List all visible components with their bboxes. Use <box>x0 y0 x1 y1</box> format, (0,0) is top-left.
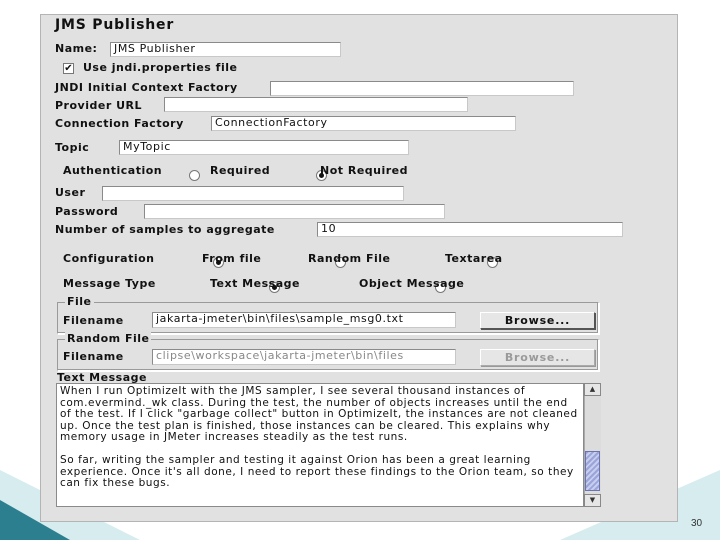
jndi-factory-field[interactable] <box>270 81 574 96</box>
config-from-file-label: From file <box>202 252 262 265</box>
file-filename-label: Filename <box>63 314 124 327</box>
provider-url-label: Provider URL <box>55 99 142 112</box>
config-textarea-label: Textarea <box>445 252 503 265</box>
name-field[interactable]: JMS Publisher <box>110 42 341 57</box>
text-message-area[interactable]: When I run OptimizeIt with the JMS sampl… <box>56 383 584 507</box>
user-field[interactable] <box>102 186 404 201</box>
file-group-legend: File <box>65 295 94 309</box>
random-file-group-legend: Random File <box>65 332 152 346</box>
jms-publisher-panel: JMS Publisher Name: JMS Publisher ✔ Use … <box>40 14 678 522</box>
provider-url-field[interactable] <box>164 97 468 112</box>
message-type-label: Message Type <box>63 277 156 290</box>
auth-required-label: Required <box>210 164 271 177</box>
connection-factory-label: Connection Factory <box>55 117 184 130</box>
file-filename-field[interactable]: jakarta-jmeter\bin\files\sample_msg0.txt <box>152 312 456 328</box>
samples-label: Number of samples to aggregate <box>55 223 275 236</box>
page-number: 30 <box>691 518 703 529</box>
text-message-paragraph-2: So far, writing the sampler and testing … <box>60 454 574 489</box>
samples-field[interactable]: 10 <box>317 222 623 237</box>
name-label: Name: <box>55 42 98 55</box>
scrollbar-thumb[interactable] <box>585 451 600 491</box>
scroll-down-arrow-icon[interactable]: ▼ <box>584 494 601 507</box>
random-filename-field[interactable]: clipse\workspace\jakarta-jmeter\bin\file… <box>152 349 456 365</box>
connection-factory-field[interactable]: ConnectionFactory <box>211 116 516 131</box>
random-browse-button[interactable]: Browse... <box>480 349 595 366</box>
file-browse-button[interactable]: Browse... <box>480 312 595 329</box>
topic-label: Topic <box>55 141 90 154</box>
auth-required-radio[interactable] <box>189 170 200 181</box>
authentication-label: Authentication <box>63 164 163 177</box>
scroll-up-arrow-icon[interactable]: ▲ <box>584 383 601 396</box>
msg-object-label: Object Message <box>359 277 465 290</box>
user-label: User <box>55 186 86 199</box>
use-jndi-label: Use jndi.properties file <box>83 61 238 74</box>
configuration-label: Configuration <box>63 252 155 265</box>
msg-text-label: Text Message <box>210 277 300 290</box>
use-jndi-checkbox[interactable]: ✔ <box>63 63 74 74</box>
config-random-file-label: Random File <box>308 252 391 265</box>
jndi-factory-label: JNDI Initial Context Factory <box>55 81 238 94</box>
random-filename-label: Filename <box>63 350 124 363</box>
auth-not-required-label: Not Required <box>320 164 409 177</box>
text-message-paragraph-1: When I run OptimizeIt with the JMS sampl… <box>60 385 578 443</box>
text-message-scrollbar[interactable]: ▲ ▼ <box>584 383 601 507</box>
panel-title: JMS Publisher <box>55 17 175 33</box>
topic-field[interactable]: MyTopic <box>119 140 409 155</box>
password-field[interactable] <box>144 204 445 219</box>
password-label: Password <box>55 205 119 218</box>
